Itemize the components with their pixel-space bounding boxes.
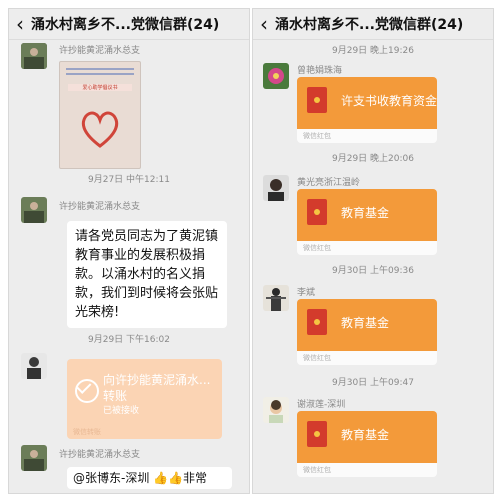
- avatar[interactable]: [21, 353, 47, 379]
- avatar[interactable]: [21, 43, 47, 69]
- avatar[interactable]: [21, 445, 47, 471]
- sender-name: 李斌: [297, 288, 316, 298]
- chat-header: ‹ 涌水村离乡不...党微信群(24): [253, 9, 493, 40]
- red-envelope-icon: [307, 421, 327, 447]
- chevron-left-icon[interactable]: ‹: [253, 9, 275, 39]
- heart-icon: [81, 111, 119, 148]
- chat-title: 涌水村离乡不...党微信群(24): [31, 17, 220, 33]
- red-packet-footer: 微信红包: [303, 354, 331, 362]
- red-packet-text: 教育基金: [341, 206, 390, 220]
- timestamp: 9月29日 晚上19:26: [332, 46, 414, 56]
- timestamp: 9月30日 上午09:47: [332, 378, 414, 388]
- chevron-left-icon[interactable]: ‹: [9, 9, 31, 39]
- chat-screen-left: ‹ 涌水村离乡不...党微信群(24) 许抄能黄泥涌水总支 爱心助学倡议书 9月…: [8, 8, 250, 494]
- poster-header-line: [66, 73, 134, 75]
- red-packet-footer: 微信红包: [303, 244, 331, 252]
- chat-screen-right: ‹ 涌水村离乡不...党微信群(24) 9月29日 晚上19:26 曾艳娟珠海 …: [252, 8, 494, 494]
- sender-name: 谢淑莲-深圳: [297, 400, 346, 410]
- avatar[interactable]: [21, 197, 47, 223]
- transfer-status: 已被接收: [103, 406, 140, 416]
- avatar[interactable]: [263, 63, 289, 89]
- message-bubble[interactable]: 请各党员同志为了黄泥镇教育事业的发展积极捐款。以涌水村的名义捐款，我们到时候将会…: [67, 221, 227, 328]
- poster-title: 爱心助学倡议书: [68, 84, 132, 91]
- red-packet-footer: 微信红包: [303, 132, 331, 140]
- transfer-card[interactable]: 向许抄能黄泥涌水... 转账 已被接收 微信转账: [67, 359, 222, 439]
- red-packet[interactable]: 许支书收教育资金 微信红包: [297, 77, 437, 143]
- red-packet-text: 教育基金: [341, 316, 390, 330]
- sender-name: 许抄能黄泥涌水总支: [59, 46, 141, 56]
- timestamp: 9月29日 下午16:02: [88, 335, 170, 345]
- transfer-label: 转账: [103, 389, 128, 403]
- red-packet[interactable]: 教育基金 微信红包: [297, 411, 437, 477]
- sender-name: 许抄能黄泥涌水总支: [59, 450, 141, 460]
- avatar[interactable]: [263, 285, 289, 311]
- avatar[interactable]: [263, 397, 289, 423]
- avatar[interactable]: [263, 175, 289, 201]
- sender-name: 曾艳娟珠海: [297, 66, 343, 76]
- poster-header-line: [66, 68, 134, 70]
- sender-name: 许抄能黄泥涌水总支: [59, 202, 141, 212]
- timestamp: 9月29日 晚上20:06: [332, 154, 414, 164]
- message-bubble[interactable]: @张博东-深圳 👍👍非常: [67, 467, 232, 489]
- red-packet-footer: 微信红包: [303, 466, 331, 474]
- transfer-footer: 微信转账: [73, 428, 101, 436]
- chat-title: 涌水村离乡不...党微信群(24): [275, 17, 464, 33]
- screenshot-collage: ‹ 涌水村离乡不...党微信群(24) 许抄能黄泥涌水总支 爱心助学倡议书 9月…: [0, 0, 500, 500]
- red-envelope-icon: [307, 199, 327, 225]
- red-packet-text: 教育基金: [341, 428, 390, 442]
- red-envelope-icon: [307, 309, 327, 335]
- timestamp: 9月30日 上午09:36: [332, 266, 414, 276]
- red-packet[interactable]: 教育基金 微信红包: [297, 299, 437, 365]
- timestamp: 9月27日 中午12:11: [88, 175, 170, 185]
- red-packet-text: 许支书收教育资金: [341, 94, 437, 108]
- transfer-title: 向许抄能黄泥涌水...: [103, 373, 211, 387]
- chat-header: ‹ 涌水村离乡不...党微信群(24): [9, 9, 249, 40]
- red-envelope-icon: [307, 87, 327, 113]
- sender-name: 黄光亮浙江温岭: [297, 178, 361, 188]
- poster-image[interactable]: 爱心助学倡议书: [59, 61, 141, 169]
- red-packet[interactable]: 教育基金 微信红包: [297, 189, 437, 255]
